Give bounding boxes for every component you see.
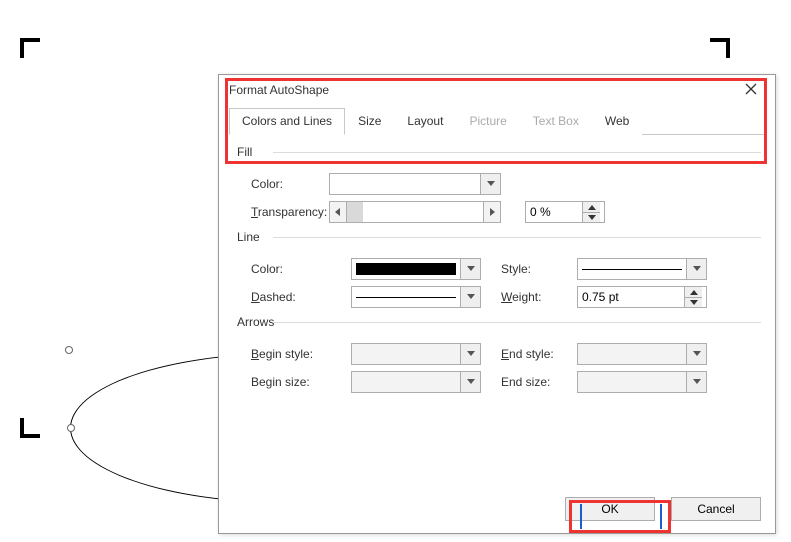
end-style-label: End style: — [501, 347, 577, 361]
dialog-titlebar[interactable]: Format AutoShape — [219, 75, 775, 105]
begin-style-label: Begin style: — [251, 347, 351, 361]
close-button[interactable] — [735, 78, 767, 102]
weight-spinner[interactable] — [577, 286, 707, 308]
begin-size-dropdown[interactable] — [351, 371, 481, 393]
tab-colors-and-lines[interactable]: Colors and Lines — [229, 108, 345, 135]
resize-handle-left[interactable] — [67, 424, 75, 432]
tabs-row: Colors and Lines Size Layout Picture Tex… — [229, 107, 765, 135]
slider-right-button[interactable] — [483, 201, 501, 223]
chevron-down-icon — [480, 174, 500, 194]
begin-size-label: Begin size: — [251, 375, 351, 389]
spin-up-icon[interactable] — [583, 202, 600, 212]
group-arrows-divider — [273, 322, 761, 323]
end-size-preview — [578, 372, 686, 392]
weight-label: Weight: — [501, 290, 577, 304]
fill-color-dropdown[interactable] — [329, 173, 501, 195]
dialog-content: Fill Color: Transparency: — [219, 135, 775, 396]
rotation-handle[interactable] — [65, 346, 73, 354]
group-fill-divider — [273, 152, 761, 153]
crop-corner-bl — [20, 418, 40, 438]
dashed-label: Dashed: — [251, 290, 351, 304]
slider-left-button[interactable] — [329, 201, 347, 223]
spin-up-icon[interactable] — [685, 287, 702, 297]
format-autoshape-dialog: Format AutoShape Colors and Lines Size L… — [218, 74, 776, 534]
dashed-preview — [356, 297, 456, 298]
line-color-dropdown[interactable] — [351, 258, 481, 280]
slider-thumb[interactable] — [347, 202, 363, 222]
line-color-swatch — [356, 263, 456, 275]
dialog-title: Format AutoShape — [229, 83, 329, 97]
ok-button[interactable]: OK — [565, 497, 655, 521]
chevron-down-icon — [686, 344, 706, 364]
line-style-dropdown[interactable] — [577, 258, 707, 280]
tab-picture: Picture — [456, 108, 519, 135]
chevron-down-icon — [686, 372, 706, 392]
dashed-dropdown[interactable] — [351, 286, 481, 308]
spin-down-icon[interactable] — [583, 212, 600, 222]
end-style-dropdown[interactable] — [577, 343, 707, 365]
chevron-down-icon — [460, 372, 480, 392]
begin-style-preview — [352, 344, 460, 364]
end-size-dropdown[interactable] — [577, 371, 707, 393]
begin-style-dropdown[interactable] — [351, 343, 481, 365]
tab-size[interactable]: Size — [345, 108, 394, 135]
weight-input[interactable] — [578, 287, 684, 307]
transparency-label: Transparency: — [251, 205, 329, 219]
transparency-slider[interactable] — [329, 201, 501, 223]
chevron-down-icon — [686, 259, 706, 279]
tab-layout[interactable]: Layout — [394, 108, 456, 135]
line-color-label: Color: — [251, 262, 351, 276]
spin-down-icon[interactable] — [685, 297, 702, 307]
tab-text-box: Text Box — [520, 108, 592, 135]
cancel-button[interactable]: Cancel — [671, 497, 761, 521]
end-size-label: End size: — [501, 375, 577, 389]
crop-corner-tl — [20, 38, 40, 58]
chevron-down-icon — [460, 344, 480, 364]
line-style-label: Style: — [501, 262, 577, 276]
chevron-down-icon — [460, 287, 480, 307]
fill-color-label: Color: — [251, 177, 329, 191]
fill-color-swatch — [330, 174, 480, 194]
crop-corner-tr — [710, 38, 730, 58]
begin-size-preview — [352, 372, 460, 392]
slider-track[interactable] — [347, 201, 483, 223]
end-style-preview — [578, 344, 686, 364]
line-style-preview — [582, 269, 682, 270]
close-icon — [745, 83, 757, 98]
tab-web[interactable]: Web — [592, 108, 642, 135]
chevron-down-icon — [460, 259, 480, 279]
group-line-divider — [273, 237, 761, 238]
dialog-button-row: OK Cancel — [565, 497, 761, 521]
transparency-input[interactable] — [526, 202, 582, 222]
transparency-spinner[interactable] — [525, 201, 605, 223]
